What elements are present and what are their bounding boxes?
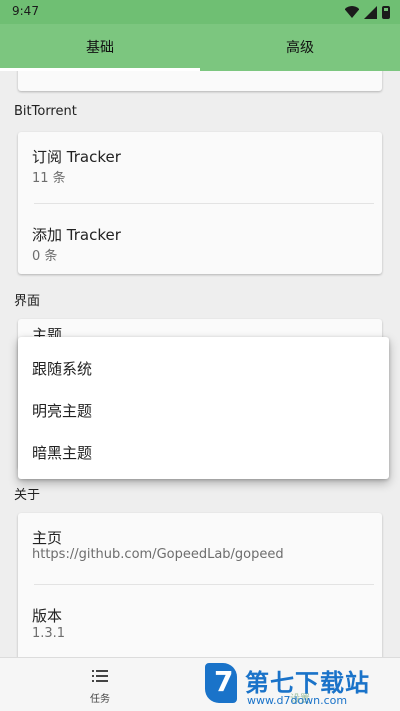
status-time: 9:47 <box>12 4 39 18</box>
theme-dropdown-menu: 跟随系统 明亮主题 暗黑主题 <box>18 337 389 479</box>
tab-advanced[interactable]: 高级 <box>200 24 400 71</box>
tab-basic[interactable]: 基础 <box>0 24 200 71</box>
theme-option-light[interactable]: 明亮主题 <box>32 400 92 421</box>
row-subtitle: 1.3.1 <box>32 626 66 641</box>
cell-signal-icon <box>364 5 377 19</box>
section-title-interface: 界面 <box>14 294 41 309</box>
row-subtitle: 11 条 <box>32 171 66 186</box>
watermark-name: 第七下载站 <box>245 669 370 697</box>
status-icons <box>345 5 390 19</box>
watermark-logo-icon <box>205 663 237 703</box>
row-title: 订阅 Tracker <box>32 148 121 166</box>
nav-label: 任务 <box>90 694 110 705</box>
about-card: 主页 https://github.com/GopeedLab/gopeed 版… <box>18 513 382 657</box>
row-subtitle: https://github.com/GopeedLab/gopeed <box>32 547 284 562</box>
settings-card-previous <box>18 71 382 91</box>
row-title: 主页 <box>32 529 63 547</box>
section-title-bittorrent: BitTorrent <box>14 104 77 119</box>
wifi-icon <box>345 5 359 19</box>
watermark-url: www.d7down.com <box>247 694 348 707</box>
nav-tasks[interactable]: 任务 <box>70 658 130 711</box>
row-divider <box>34 203 374 204</box>
theme-option-dark[interactable]: 暗黑主题 <box>32 442 92 463</box>
list-icon <box>92 670 108 682</box>
theme-option-system[interactable]: 跟随系统 <box>32 358 92 379</box>
battery-icon <box>382 5 390 19</box>
site-watermark: 第七下载站 www.d7down.com <box>205 661 395 709</box>
row-divider <box>34 584 374 585</box>
row-title: 添加 Tracker <box>32 226 121 244</box>
section-title-about: 关于 <box>14 488 41 503</box>
row-title: 版本 <box>32 607 63 625</box>
bittorrent-card: 订阅 Tracker 11 条 添加 Tracker 0 条 <box>18 132 382 274</box>
settings-tab-bar: 基础 高级 <box>0 24 400 71</box>
status-bar: 9:47 <box>0 0 400 24</box>
row-subtitle: 0 条 <box>32 249 58 264</box>
